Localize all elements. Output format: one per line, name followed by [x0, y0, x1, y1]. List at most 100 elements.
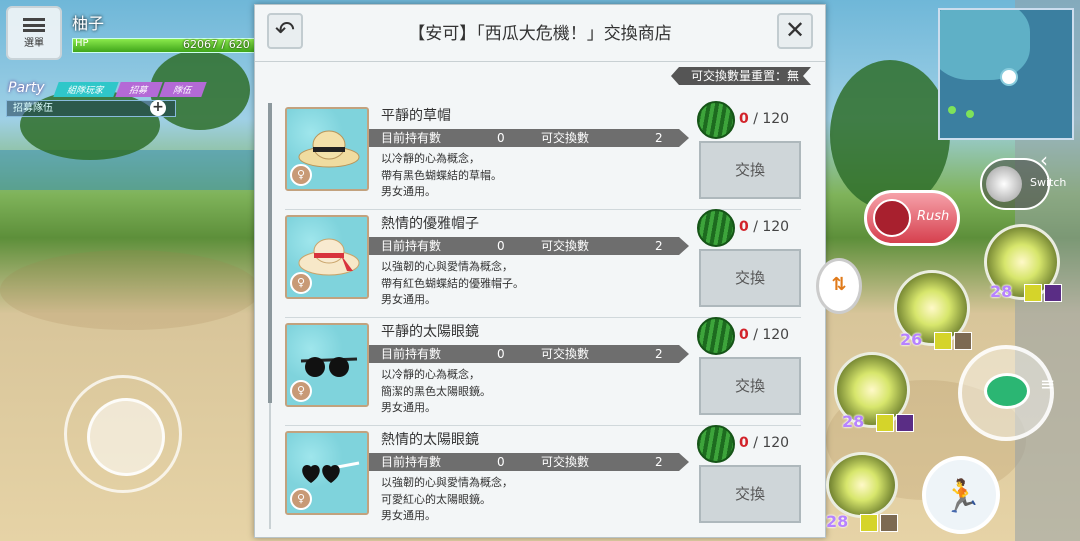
shop-title: 【安可】「西瓜大危機！」交換商店 — [408, 24, 672, 44]
exchange-button[interactable]: 交換 — [699, 249, 801, 307]
item-cost: 0 / 120 — [697, 101, 801, 141]
item-stock-bar: 目前持有數 0 可交換數 2 — [369, 453, 689, 471]
party-label: Party — [8, 80, 45, 96]
item-description: 以強韌的心與愛情為概念， 帶有紅色蝴蝶結的優雅帽子。 男女通用。 — [381, 260, 524, 306]
chat-bubble-icon — [984, 373, 1030, 409]
exchangeable-count: 2 — [655, 455, 663, 469]
heart-sunglasses-icon[interactable]: ♀ — [285, 431, 369, 515]
scrollbar-thumb[interactable] — [268, 103, 272, 403]
tag-icon: ♀ — [290, 488, 312, 510]
switch-label: Switch — [1030, 176, 1067, 189]
shop-item-black-sunglasses: ♀ 平靜的太陽眼鏡 目前持有數 0 可交換數 2 以冷靜的心為概念， 簡潔的黑色… — [285, 317, 801, 426]
skill-effect-icon — [896, 414, 914, 432]
owned-count: 0 — [497, 455, 505, 469]
switch-icon — [986, 166, 1022, 202]
shop-item-heart-sunglasses: ♀ 熱情的太陽眼鏡 目前持有數 0 可交換數 2 以強韌的心與愛情為概念， 可愛… — [285, 425, 801, 533]
joystick-knob[interactable] — [87, 398, 165, 476]
exchange-button[interactable]: 交換 — [699, 141, 801, 199]
dash-button[interactable]: 🏃 — [922, 456, 1000, 534]
movement-joystick[interactable] — [64, 375, 182, 493]
party-tab-team[interactable]: 隊伍 — [159, 82, 207, 97]
shop-item-elegant-hat: ♀ 熱情的優雅帽子 目前持有數 0 可交換數 2 以強韌的心與愛情為概念， 帶有… — [285, 209, 801, 318]
minimap-land — [940, 10, 1030, 80]
rush-button[interactable]: Rush — [864, 190, 960, 246]
owned-count: 0 — [497, 347, 505, 361]
item-description: 以強韌的心與愛情為概念， 可愛紅心的太陽眼鏡。 男女通用。 — [381, 476, 513, 522]
black-sunglasses-icon[interactable]: ♀ — [285, 323, 369, 407]
straw-hat-icon[interactable]: ♀ — [285, 107, 369, 191]
cost-need: / 120 — [753, 111, 790, 127]
skill-effect-icon — [954, 332, 972, 350]
owned-label: 目前持有數 — [381, 455, 442, 469]
skill-effect-icon — [860, 514, 878, 532]
skill-level: 26 — [900, 330, 923, 349]
cost-need: / 120 — [753, 219, 790, 235]
tag-icon: ♀ — [290, 380, 312, 402]
elegant-hat-icon[interactable]: ♀ — [285, 215, 369, 299]
cost-have: 0 — [739, 327, 749, 343]
reset-info-tag: 可交換數量重置：無 — [671, 67, 811, 85]
rush-icon — [873, 199, 911, 237]
item-cost: 0 / 120 — [697, 425, 801, 465]
item-stock-bar: 目前持有數 0 可交換數 2 — [369, 237, 689, 255]
item-stock-bar: 目前持有數 0 可交換數 2 — [369, 345, 689, 363]
item-cost: 0 / 120 — [697, 317, 801, 357]
skill-effect-icon — [1044, 284, 1062, 302]
exchangeable-count: 2 — [655, 131, 663, 145]
item-name: 平靜的太陽眼鏡 — [381, 324, 479, 340]
item-description: 以冷靜的心為概念， 簡潔的黑色太陽眼鏡。 男女通用。 — [381, 368, 491, 414]
item-name: 熱情的太陽眼鏡 — [381, 432, 479, 448]
skill-effect-icon — [876, 414, 894, 432]
skill-level: 28 — [842, 412, 865, 431]
party-tab-players[interactable]: 組隊玩家 — [53, 82, 119, 97]
exchangeable-count: 2 — [655, 239, 663, 253]
shop-header: ↶ 【安可】「西瓜大危機！」交換商店 ✕ — [255, 5, 825, 62]
shop-item-straw-hat: ♀ 平靜的草帽 目前持有數 0 可交換數 2 以冷靜的心為概念， 帶有黑色蝴蝶結… — [285, 101, 801, 210]
party-tab-recruit[interactable]: 招募 — [115, 82, 163, 97]
owned-label: 目前持有數 — [381, 239, 442, 253]
item-name: 平靜的草帽 — [381, 108, 451, 124]
switch-button[interactable]: Switch — [980, 158, 1066, 210]
hp-label: HP — [75, 38, 89, 49]
exchange-shop-panel: ↶ 【安可】「西瓜大危機！」交換商店 ✕ 可交換數量重置：無 ♀ 平靜的草帽 目… — [254, 4, 826, 538]
exchangeable-label: 可交換數 — [541, 347, 590, 361]
skill-level: 28 — [826, 512, 849, 531]
exchange-button[interactable]: 交換 — [699, 465, 801, 523]
watermelon-icon — [697, 209, 735, 247]
skill-effect-icon — [1024, 284, 1042, 302]
skill-button-4[interactable] — [826, 452, 898, 518]
skill-level: 28 — [990, 282, 1013, 301]
palm-foliage — [830, 60, 950, 210]
owned-label: 目前持有數 — [381, 131, 442, 145]
watermelon-icon — [697, 317, 735, 355]
tag-icon: ♀ — [290, 272, 312, 294]
exchange-button[interactable]: 交換 — [699, 357, 801, 415]
item-description: 以冷靜的心為概念， 帶有黑色蝴蝶結的草帽。 男女通用。 — [381, 152, 502, 198]
skill-effect-icon — [934, 332, 952, 350]
add-party-icon[interactable]: + — [150, 100, 166, 116]
menu-label: 選單 — [24, 38, 44, 49]
chat-button[interactable] — [958, 345, 1054, 441]
player-marker-icon — [1000, 68, 1018, 86]
ocean-background — [0, 150, 280, 190]
menu-button[interactable]: 選單 — [6, 6, 62, 60]
owned-count: 0 — [497, 239, 505, 253]
cost-need: / 120 — [753, 435, 790, 451]
minimap[interactable] — [938, 8, 1074, 140]
cost-have: 0 — [739, 111, 749, 127]
hp-value: 62067 / 620 — [183, 38, 250, 51]
running-man-icon: 🏃 — [942, 477, 982, 515]
exchangeable-label: 可交換數 — [541, 131, 590, 145]
watermelon-icon — [697, 101, 735, 139]
exchangeable-label: 可交換數 — [541, 455, 590, 469]
sand-shadow — [0, 250, 260, 330]
owned-label: 目前持有數 — [381, 347, 442, 361]
undo-arrow-icon[interactable]: ↶ — [267, 13, 303, 49]
item-cost: 0 / 120 — [697, 209, 801, 249]
close-icon[interactable]: ✕ — [777, 13, 813, 49]
player-name: 柚子 — [72, 14, 105, 33]
cost-have: 0 — [739, 219, 749, 235]
swap-weapon-icon[interactable]: ⇅ — [816, 258, 862, 314]
minimap-marker — [966, 110, 974, 118]
minimap-marker — [948, 106, 956, 114]
